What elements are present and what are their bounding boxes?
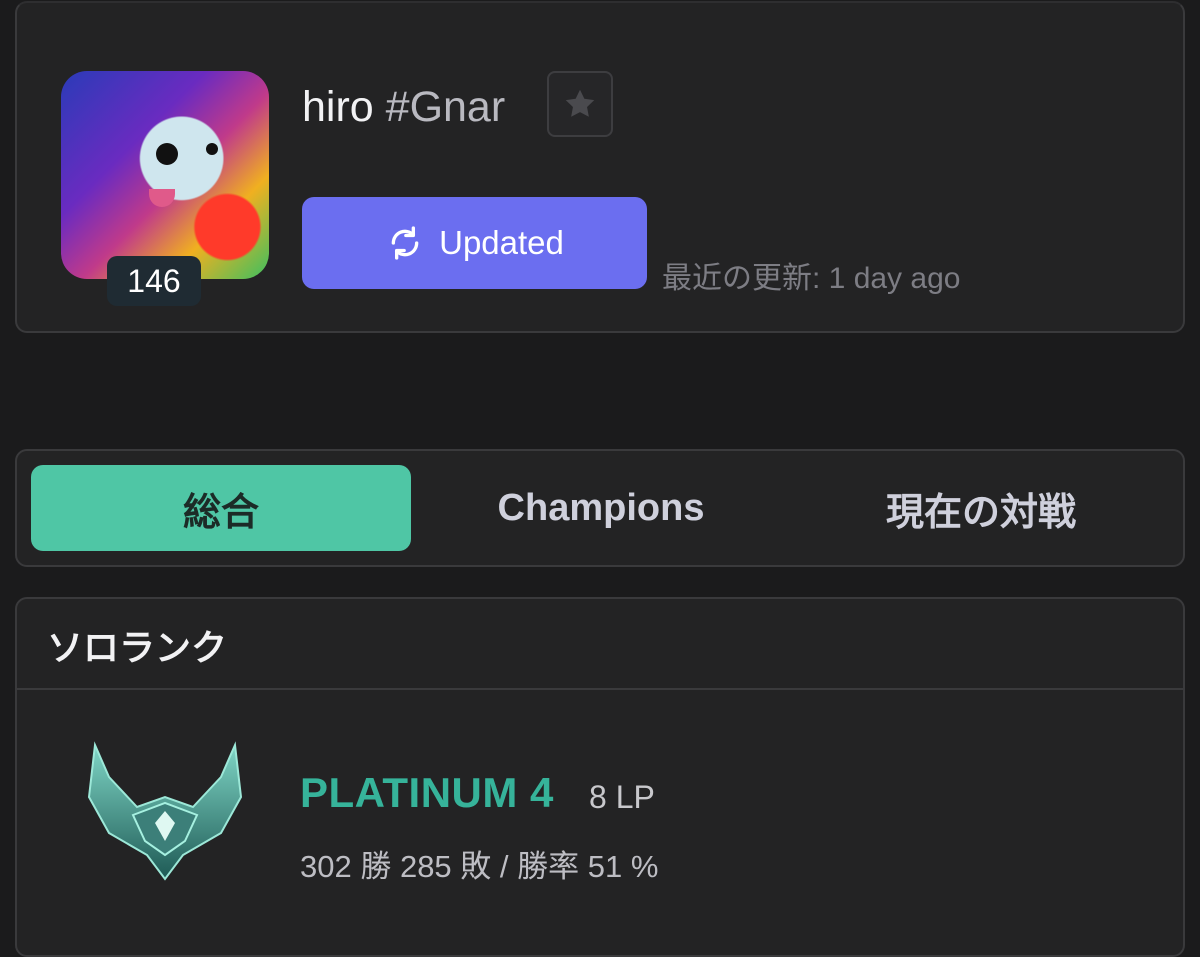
tab-champions[interactable]: Champions (411, 465, 791, 551)
tab-overview[interactable]: 総合 (31, 465, 411, 551)
win-loss-record: 302 勝 285 敗 / 勝率 51 % (300, 849, 659, 884)
profile-avatar (61, 71, 269, 279)
summoner-name-text: hiro (302, 83, 374, 131)
summoner-name: hiro #Gnar (302, 81, 505, 133)
section-title: ソロランク (47, 627, 228, 668)
league-points: 8 LP (589, 779, 655, 815)
tab-live-game[interactable]: 現在の対戦 (791, 465, 1171, 551)
profile-card: 146 hiro #Gnar Updated 最近の更新: 1 day ago (15, 1, 1185, 333)
last-update-text: 最近の更新: 1 day ago (662, 262, 961, 295)
summoner-level-badge: 146 (107, 256, 201, 306)
refresh-icon (391, 226, 419, 260)
summoner-tag: #Gnar (385, 83, 506, 131)
update-button-label: Updated (439, 224, 564, 261)
divider (17, 688, 1183, 690)
tab-bar: 総合 Champions 現在の対戦 (15, 449, 1185, 567)
solo-rank-card: ソロランク PLATINUM 4 8 LP 302 勝 285 敗 / 勝率 5… (15, 597, 1185, 957)
update-button[interactable]: Updated (302, 197, 647, 289)
favorite-button[interactable] (547, 71, 613, 137)
rank-tier: PLATINUM 4 (300, 769, 554, 816)
star-icon (565, 89, 595, 117)
platinum-emblem-icon (87, 741, 243, 881)
